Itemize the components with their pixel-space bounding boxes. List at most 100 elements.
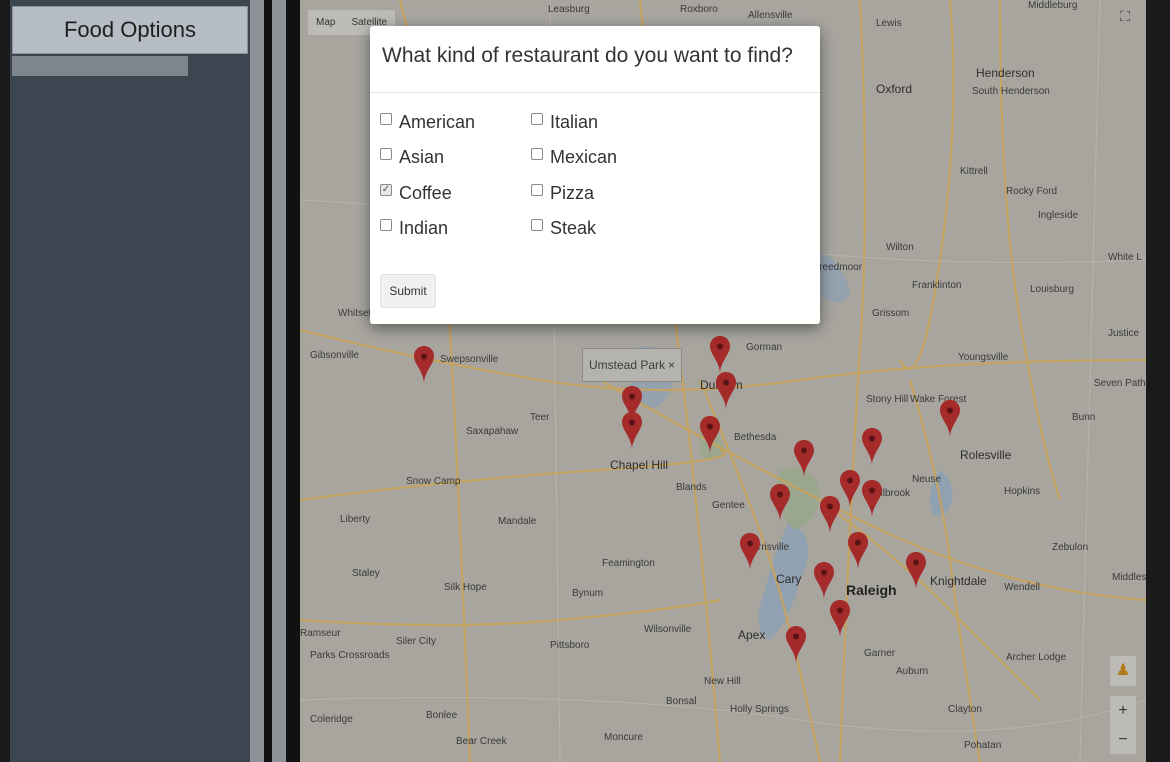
place-label: Wilsonville — [644, 624, 692, 635]
option-italian[interactable]: Italian — [531, 112, 598, 133]
checkbox[interactable] — [380, 218, 392, 231]
place-label: Stony Hill — [866, 394, 909, 405]
place-label: Seven Paths — [1094, 378, 1146, 389]
divider — [264, 0, 272, 762]
map-marker-icon[interactable] — [814, 562, 834, 602]
place-label: Gibsonville — [310, 350, 359, 361]
map-marker-icon[interactable] — [830, 600, 850, 640]
zoom-in-button[interactable]: + — [1110, 696, 1136, 725]
checkbox[interactable] — [531, 183, 543, 196]
place-label: Leasburg — [548, 4, 590, 15]
place-label: Gentee — [712, 500, 745, 511]
place-label: Ramseur — [300, 628, 341, 639]
zoom-out-button[interactable]: − — [1110, 725, 1136, 754]
option-asian[interactable]: Asian — [380, 147, 444, 168]
window-edge — [1146, 0, 1170, 762]
place-label: Parks Crossroads — [310, 650, 390, 661]
place-label: Gorman — [746, 342, 783, 353]
checkbox[interactable] — [531, 112, 543, 125]
sidebar: Food Options — [10, 0, 250, 762]
fullscreen-icon[interactable]: ⛶ — [1114, 8, 1136, 30]
checkbox[interactable] — [380, 112, 392, 125]
place-label: Blands — [676, 482, 707, 493]
map-marker-icon[interactable] — [862, 480, 882, 520]
map-marker-icon[interactable] — [840, 470, 860, 510]
checkbox[interactable] — [380, 147, 392, 160]
place-label: Hopkins — [1004, 486, 1041, 497]
map-marker-icon[interactable] — [862, 428, 882, 468]
divider — [286, 0, 300, 762]
place-label: Knightdale — [930, 574, 987, 588]
option-american[interactable]: American — [380, 112, 475, 133]
option-mexican[interactable]: Mexican — [531, 147, 617, 168]
map-marker-icon[interactable] — [848, 532, 868, 572]
place-label: Mandale — [498, 516, 537, 527]
place-label: Pohatan — [964, 740, 1002, 751]
map-marker-icon[interactable] — [940, 400, 960, 440]
place-label: Whitsett — [338, 308, 375, 319]
map-type-map[interactable]: Map — [308, 10, 343, 35]
map-marker-icon[interactable] — [622, 412, 642, 452]
place-label: Youngsville — [958, 352, 1009, 363]
close-icon[interactable]: × — [668, 358, 675, 372]
map-marker-icon[interactable] — [906, 552, 926, 592]
place-label: Roxboro — [680, 4, 718, 15]
map-info-window[interactable]: Umstead Park × — [582, 348, 682, 382]
checkbox[interactable]: ✓ — [380, 183, 392, 196]
place-label: Teer — [530, 412, 550, 423]
place-label: Garner — [864, 648, 896, 659]
place-label: Neuse — [912, 474, 941, 485]
place-label: South Henderson — [972, 86, 1050, 97]
option-coffee[interactable]: ✓ Coffee — [380, 183, 452, 204]
place-label: Franklinton — [912, 280, 962, 291]
place-label: Justice — [1108, 328, 1140, 339]
map-marker-icon[interactable] — [710, 336, 730, 376]
place-label: Bonsal — [666, 696, 697, 707]
place-label: Moncure — [604, 732, 643, 743]
place-label: Middlesex — [1112, 572, 1146, 583]
place-label: Pittsboro — [550, 640, 590, 651]
place-label: Ingleside — [1038, 210, 1079, 221]
place-label: Henderson — [976, 66, 1035, 80]
option-label: Indian — [399, 218, 449, 238]
place-label: Siler City — [396, 636, 437, 647]
place-label: White L — [1108, 252, 1142, 263]
street-view-pegman-icon[interactable]: ♟ — [1110, 656, 1136, 686]
zoom-control[interactable]: + − — [1110, 696, 1136, 754]
place-label: Swepsonville — [440, 354, 499, 365]
checkbox[interactable] — [531, 218, 543, 231]
place-label: Archer Lodge — [1006, 652, 1067, 663]
map-marker-icon[interactable] — [716, 372, 736, 412]
option-label: Steak — [550, 218, 597, 238]
map-marker-icon[interactable] — [740, 533, 760, 573]
map-marker-icon[interactable] — [770, 484, 790, 524]
option-steak[interactable]: Steak — [531, 218, 596, 239]
map-marker-icon[interactable] — [786, 626, 806, 666]
restaurant-type-dialog: What kind of restaurant do you want to f… — [370, 26, 820, 324]
place-label: Chapel Hill — [610, 458, 669, 472]
checkbox[interactable] — [531, 147, 543, 160]
map-marker-icon[interactable] — [700, 416, 720, 456]
submit-button[interactable]: Submit — [380, 274, 436, 308]
option-label: Italian — [550, 112, 599, 132]
place-label: Wilton — [886, 242, 914, 253]
map-marker-icon[interactable] — [794, 440, 814, 480]
place-label: Louisburg — [1030, 284, 1074, 295]
place-label: Apex — [738, 628, 766, 642]
option-pizza[interactable]: Pizza — [531, 183, 594, 204]
sidebar-subbar — [12, 56, 188, 76]
place-label: Bear Creek — [456, 736, 507, 747]
sidebar-title[interactable]: Food Options — [12, 6, 248, 54]
place-label: Coleridge — [310, 714, 353, 725]
option-indian[interactable]: Indian — [380, 218, 448, 239]
map-marker-icon[interactable] — [820, 496, 840, 536]
place-label: New Hill — [704, 676, 741, 687]
place-label: Zebulon — [1052, 542, 1089, 553]
place-label: Oxford — [876, 82, 913, 96]
place-label: Clayton — [948, 704, 982, 715]
option-label: Mexican — [550, 147, 618, 167]
option-label: Pizza — [550, 183, 595, 203]
map-marker-icon[interactable] — [414, 346, 434, 386]
place-label: Staley — [352, 568, 380, 579]
place-label: Bethesda — [734, 432, 777, 443]
